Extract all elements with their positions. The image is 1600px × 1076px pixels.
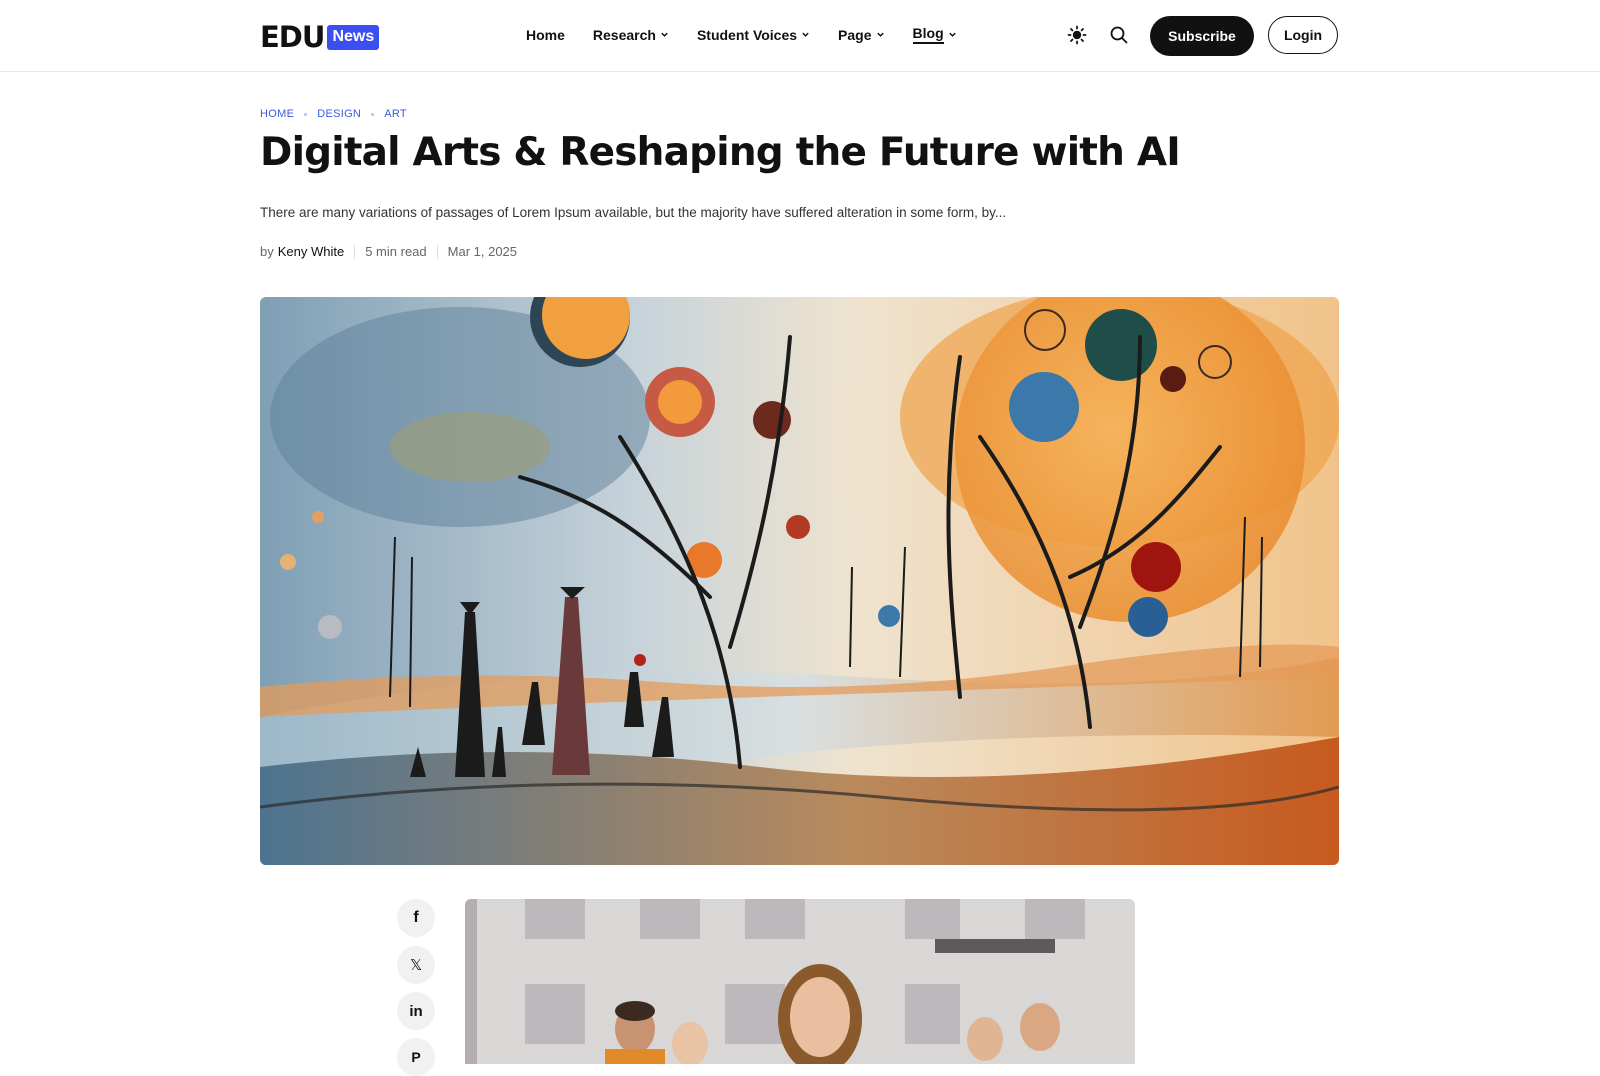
author-link[interactable]: Keny White xyxy=(278,244,344,259)
share-pinterest[interactable]: P xyxy=(397,1038,435,1076)
chevron-down-icon xyxy=(876,32,884,37)
breadcrumb: HOME DESIGN ART xyxy=(260,108,407,120)
logo-text: EDU xyxy=(260,20,325,54)
login-button[interactable]: Login xyxy=(1268,16,1338,54)
breadcrumb-design[interactable]: DESIGN xyxy=(317,108,361,120)
breadcrumb-separator xyxy=(304,112,308,116)
breadcrumb-home[interactable]: HOME xyxy=(260,108,294,120)
main-nav: Home Research Student Voices Page Blog xyxy=(526,25,985,44)
linkedin-icon: in xyxy=(409,1002,423,1020)
logo-badge: News xyxy=(327,24,380,50)
nav-blog-label: Blog xyxy=(912,25,944,44)
share-linkedin[interactable]: in xyxy=(397,992,435,1030)
students-photo xyxy=(465,899,1135,1064)
search-button[interactable] xyxy=(1108,24,1130,46)
nav-home[interactable]: Home xyxy=(526,27,565,43)
article-excerpt: There are many variations of passages of… xyxy=(260,205,1007,220)
article-inline-image xyxy=(465,899,1135,1064)
site-header: EDU News Home Research Student Voices Pa… xyxy=(0,0,1600,72)
breadcrumb-art[interactable]: ART xyxy=(384,108,407,120)
nav-student-voices-label: Student Voices xyxy=(696,26,798,43)
chevron-down-icon xyxy=(948,32,956,37)
hero-image xyxy=(260,297,1339,865)
share-facebook[interactable]: f xyxy=(397,899,435,937)
chevron-down-icon xyxy=(802,32,809,37)
meta-divider xyxy=(436,244,438,259)
chevron-down-icon xyxy=(661,32,668,37)
nav-research[interactable]: Research xyxy=(593,27,669,43)
article-title: Digital Arts & Reshaping the Future with… xyxy=(260,130,1181,175)
sun-icon xyxy=(1067,25,1087,45)
subscribe-button[interactable]: Subscribe xyxy=(1150,16,1254,56)
read-time: 5 min read xyxy=(365,244,427,259)
meta-divider xyxy=(354,244,356,259)
share-x[interactable]: 𝕏 xyxy=(397,946,435,984)
site-logo[interactable]: EDU News xyxy=(260,20,380,54)
publish-date: Mar 1, 2025 xyxy=(447,244,518,259)
breadcrumb-separator xyxy=(371,112,375,116)
byline-prefix: by xyxy=(260,244,274,259)
nav-page-label: Page xyxy=(838,26,872,43)
pinterest-icon: P xyxy=(411,1049,421,1065)
nav-student-voices[interactable]: Student Voices xyxy=(697,27,810,43)
facebook-icon: f xyxy=(413,909,419,926)
abstract-art-illustration xyxy=(260,297,1339,865)
search-icon xyxy=(1110,26,1128,44)
nav-page[interactable]: Page xyxy=(838,27,884,43)
article-meta: by Keny White 5 min read Mar 1, 2025 xyxy=(260,244,517,259)
nav-research-label: Research xyxy=(592,26,656,43)
nav-home-label: Home xyxy=(526,26,565,43)
x-icon: 𝕏 xyxy=(409,957,423,974)
nav-blog[interactable]: Blog xyxy=(912,25,957,44)
theme-toggle[interactable] xyxy=(1066,24,1088,46)
